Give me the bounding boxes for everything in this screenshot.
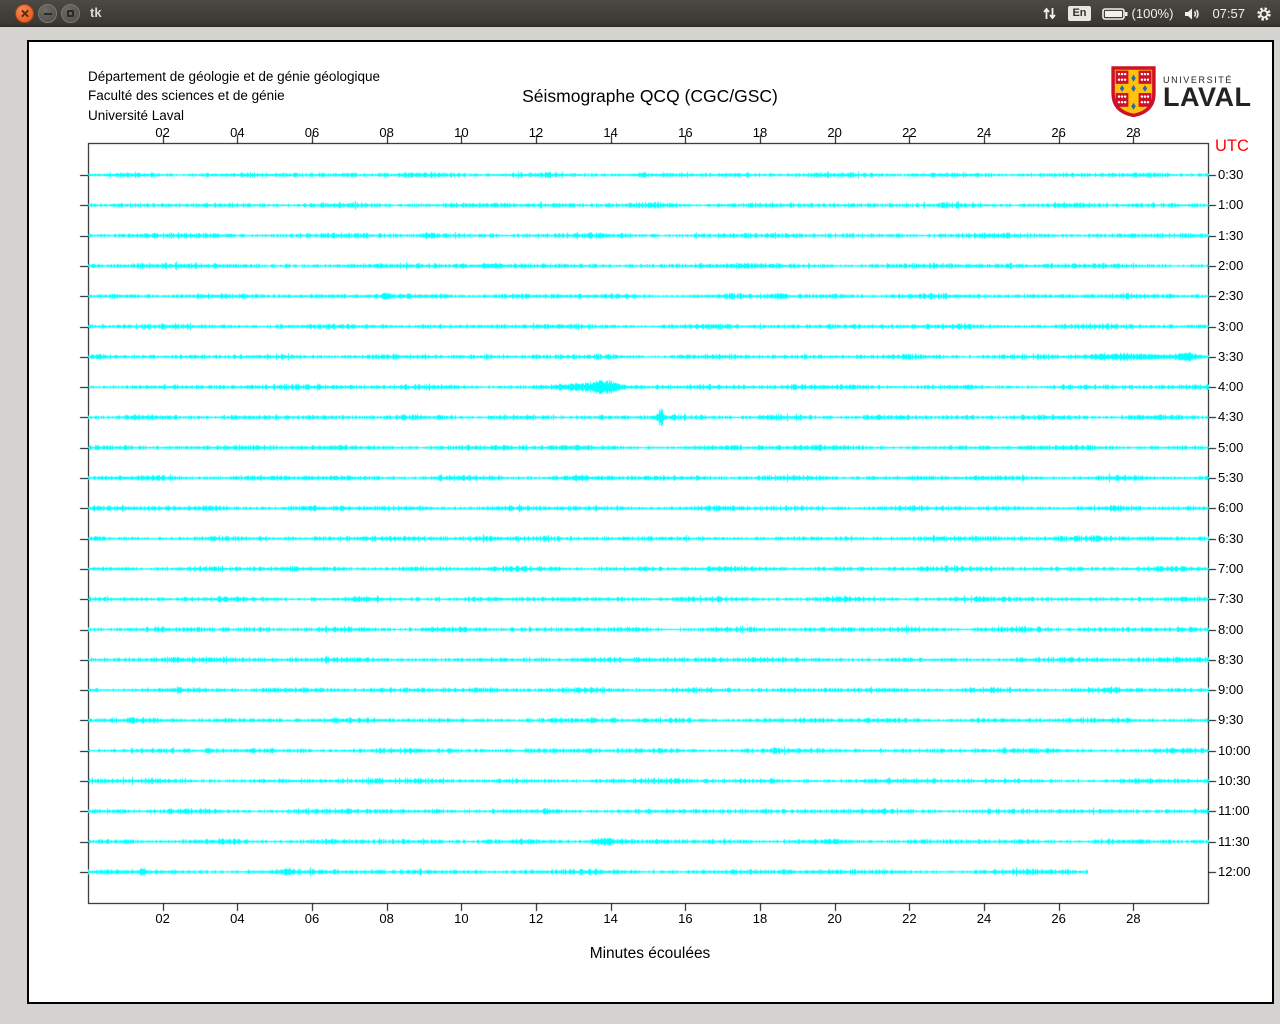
top-tick-label: 04	[222, 125, 252, 140]
bot-tick-label: 20	[820, 911, 850, 926]
right-tick-label: 5:00	[1218, 440, 1243, 455]
right-tick-label: 6:30	[1218, 531, 1243, 546]
bot-tick-label: 22	[894, 911, 924, 926]
right-tick-label: 6:00	[1218, 500, 1243, 515]
right-tick-label: 1:30	[1218, 228, 1243, 243]
minimize-button[interactable]	[38, 4, 57, 23]
keyboard-layout-indicator[interactable]: En	[1068, 6, 1090, 21]
bot-tick-label: 26	[1044, 911, 1074, 926]
bot-tick-label: 14	[596, 911, 626, 926]
battery-indicator[interactable]: (100%)	[1102, 6, 1174, 21]
right-tick-label: 9:30	[1218, 712, 1243, 727]
tk-window-canvas: Département de géologie et de génie géol…	[27, 40, 1274, 1004]
clock[interactable]: 07:57	[1212, 6, 1245, 21]
right-tick-label: 0:30	[1218, 167, 1243, 182]
bot-tick-label: 10	[446, 911, 476, 926]
right-tick-label: 7:00	[1218, 561, 1243, 576]
bot-tick-label: 16	[670, 911, 700, 926]
right-tick-label: 4:30	[1218, 409, 1243, 424]
bot-tick-label: 06	[297, 911, 327, 926]
right-tick-label: 1:00	[1218, 197, 1243, 212]
updown-arrows-icon	[1042, 6, 1057, 21]
right-tick-label: 5:30	[1218, 470, 1243, 485]
right-tick-label: 8:30	[1218, 652, 1243, 667]
maximize-button[interactable]	[61, 4, 80, 23]
window-title: tk	[90, 5, 102, 20]
bot-tick-label: 08	[372, 911, 402, 926]
right-tick-label: 11:00	[1218, 803, 1250, 818]
top-tick-label: 16	[670, 125, 700, 140]
bot-tick-label: 28	[1118, 911, 1148, 926]
right-tick-label: 8:00	[1218, 622, 1243, 637]
right-tick-label: 7:30	[1218, 591, 1243, 606]
top-tick-label: 22	[894, 125, 924, 140]
right-tick-label: 3:30	[1218, 349, 1243, 364]
close-icon	[20, 9, 29, 18]
bot-tick-label: 04	[222, 911, 252, 926]
right-tick-label: 2:30	[1218, 288, 1243, 303]
top-tick-label: 26	[1044, 125, 1074, 140]
right-tick-label: 2:00	[1218, 258, 1243, 273]
top-tick-label: 18	[745, 125, 775, 140]
close-button[interactable]	[15, 4, 34, 23]
top-panel: tk En (100%) 07:57	[0, 0, 1280, 27]
top-tick-label: 14	[596, 125, 626, 140]
maximize-icon	[67, 10, 74, 17]
minimize-icon	[44, 13, 52, 15]
right-tick-label: 3:00	[1218, 319, 1243, 334]
seismograph-canvas	[29, 42, 1272, 1002]
top-tick-label: 02	[148, 125, 178, 140]
session-menu[interactable]	[1256, 6, 1272, 22]
top-tick-label: 12	[521, 125, 551, 140]
speaker-icon	[1184, 7, 1201, 21]
bot-tick-label: 18	[745, 911, 775, 926]
gear-icon	[1256, 6, 1272, 22]
right-tick-label: 12:00	[1218, 864, 1251, 879]
bot-tick-label: 02	[148, 911, 178, 926]
bot-tick-label: 24	[969, 911, 999, 926]
top-tick-label: 28	[1118, 125, 1148, 140]
right-tick-label: 10:30	[1218, 773, 1251, 788]
top-tick-label: 20	[820, 125, 850, 140]
top-tick-label: 24	[969, 125, 999, 140]
right-tick-label: 4:00	[1218, 379, 1243, 394]
network-indicator[interactable]	[1042, 6, 1057, 21]
right-tick-label: 9:00	[1218, 682, 1243, 697]
top-tick-label: 06	[297, 125, 327, 140]
battery-icon	[1102, 7, 1128, 21]
right-tick-label: 11:30	[1218, 834, 1250, 849]
top-tick-label: 10	[446, 125, 476, 140]
battery-percent: (100%)	[1132, 6, 1174, 21]
right-tick-label: 10:00	[1218, 743, 1251, 758]
x-axis-title: Minutes écoulées	[375, 945, 925, 963]
volume-indicator[interactable]	[1184, 7, 1201, 21]
bot-tick-label: 12	[521, 911, 551, 926]
top-tick-label: 08	[372, 125, 402, 140]
